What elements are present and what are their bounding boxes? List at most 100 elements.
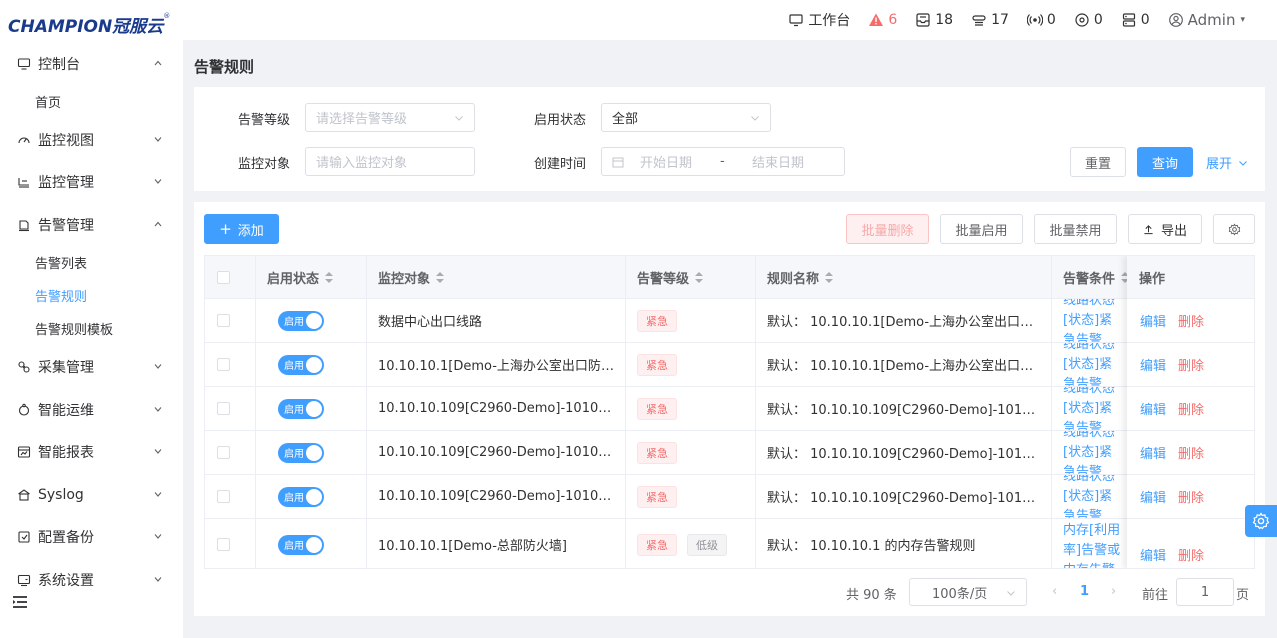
alarm-condition-link[interactable]: 线路状态[状态]紧急告警 [1063, 299, 1125, 342]
sidebar-subitem-label: 告警列表 [35, 257, 88, 272]
add-label: 添加 [237, 223, 264, 239]
delete-link[interactable]: 删除 [1178, 355, 1204, 374]
toggle-label: 启用 [284, 317, 304, 328]
sidebar-item-label: Syslog [38, 487, 84, 503]
sidebar-item-monitor-manage[interactable]: 监控管理 [0, 161, 183, 203]
expand-filters-link[interactable]: 展开 [1206, 153, 1248, 172]
alarm-level-tag: 紧急 [637, 353, 677, 376]
process-count-button[interactable]: 0 [1074, 12, 1103, 28]
sidebar-subitem-alarm-rules[interactable]: 告警规则 [0, 279, 183, 312]
alarm-level-select[interactable]: 请选择告警等级 [305, 103, 475, 132]
monitor-object-input[interactable]: 请输入监控对象 [305, 147, 475, 176]
enable-toggle[interactable]: 启用 [278, 398, 324, 419]
enable-toggle[interactable]: 启用 [278, 486, 324, 507]
device-count-button[interactable]: 18 [915, 12, 953, 28]
edit-link[interactable]: 编辑 [1140, 355, 1166, 374]
reset-button[interactable]: 重置 [1070, 147, 1126, 177]
monitor-object-text: 10.10.10.1[Demo-上海办公室出口防火墙] [378, 359, 625, 374]
sidebar-item-config-backup[interactable]: 配置备份 [0, 516, 183, 558]
prev-page-button[interactable]: ‹ [1052, 584, 1057, 599]
col-monitor-object[interactable]: 监控对象 [367, 256, 626, 299]
delete-link[interactable]: 删除 [1178, 399, 1204, 418]
enable-toggle[interactable]: 启用 [278, 310, 324, 331]
create-time-range-picker[interactable]: 开始日期 - 结束日期 [601, 147, 845, 176]
sidebar-item-collect-manage[interactable]: 采集管理 [0, 346, 183, 388]
col-enable-status[interactable]: 启用状态 [256, 256, 367, 299]
enable-status-label: 启用状态 [533, 113, 586, 128]
enable-toggle[interactable]: 启用 [278, 442, 324, 463]
sidebar-item-label: 告警管理 [38, 218, 94, 234]
batch-delete-button[interactable]: 批量删除 [846, 214, 929, 244]
gauge-icon [16, 132, 32, 148]
alarm-count-button[interactable]: 6 [868, 12, 897, 28]
wireless-count-button[interactable]: 0 [1026, 12, 1056, 28]
next-page-button[interactable]: › [1111, 584, 1116, 599]
alarm-condition-link[interactable]: 线路状态[状态]紧急告警 [1063, 431, 1125, 474]
sidebar-subitem-home[interactable]: 首页 [0, 85, 183, 118]
goto-page-input[interactable]: 1 [1176, 578, 1234, 606]
sidebar-item-monitor-view[interactable]: 监控视图 [0, 119, 183, 161]
add-rule-button[interactable]: + 添加 [204, 214, 279, 244]
workbench-button[interactable]: 工作台 [788, 10, 850, 30]
collapse-menu-icon[interactable] [12, 595, 30, 611]
user-icon [1168, 13, 1183, 27]
edit-link[interactable]: 编辑 [1140, 399, 1166, 418]
column-label: 规则名称 [767, 272, 820, 287]
current-page-button[interactable]: 1 [1080, 584, 1089, 599]
server-count-button[interactable]: 0 [1121, 12, 1150, 28]
floating-settings-button[interactable] [1245, 505, 1277, 537]
enable-status-select[interactable]: 全部 [601, 103, 771, 132]
monitor-object-text: 10.10.10.109[C2960-Demo]-10103[GigabitEt… [378, 445, 625, 460]
end-date-placeholder: 结束日期 [752, 156, 805, 171]
user-menu[interactable]: Admin ▾ [1168, 11, 1245, 29]
chevron-down-icon [154, 407, 162, 412]
delete-link[interactable]: 删除 [1178, 311, 1204, 330]
link-count-button[interactable]: 17 [971, 12, 1009, 28]
alarm-condition-link[interactable]: 内存[利用率]告警或内存告警 [1063, 521, 1125, 568]
row-checkbox[interactable] [217, 490, 230, 503]
page-size-select[interactable]: 100条/页 [909, 578, 1027, 606]
chevron-down-icon [1007, 591, 1015, 596]
select-all-checkbox[interactable] [217, 271, 230, 284]
rule-name-cell: 默认： 10.10.10.109[C2960-Demo]-10109[Gigab… [756, 387, 1052, 430]
sidebar-item-syslog[interactable]: Syslog [0, 474, 183, 516]
sidebar-subitem-alarm-list[interactable]: 告警列表 [0, 246, 183, 279]
actions-row: 编辑 删除 [1127, 387, 1254, 431]
chevron-down-icon [751, 116, 759, 121]
delete-link[interactable]: 删除 [1178, 545, 1204, 564]
column-settings-button[interactable] [1213, 214, 1255, 244]
edit-link[interactable]: 编辑 [1140, 443, 1166, 462]
chevron-down-icon [154, 534, 162, 539]
query-button[interactable]: 查询 [1137, 147, 1193, 177]
edit-link[interactable]: 编辑 [1140, 311, 1166, 330]
col-rule-name[interactable]: 规则名称 [756, 256, 1052, 299]
enable-toggle[interactable]: 启用 [278, 534, 324, 555]
server-count: 0 [1140, 12, 1150, 28]
delete-link[interactable]: 删除 [1178, 443, 1204, 462]
delete-link[interactable]: 删除 [1178, 487, 1204, 506]
batch-disable-button[interactable]: 批量禁用 [1034, 214, 1117, 244]
sidebar-item-smart-ops[interactable]: 智能运维 [0, 389, 183, 431]
sidebar-item-alarm-manage[interactable]: 告警管理 [0, 204, 183, 246]
logo[interactable]: CHAMPION冠服云® [8, 12, 170, 37]
alarm-condition-link[interactable]: 线路状态[状态]紧急告警 [1063, 475, 1125, 518]
sort-icon [325, 272, 334, 283]
server-icon [1122, 13, 1135, 27]
gear-icon [1228, 223, 1240, 235]
row-checkbox[interactable] [217, 358, 230, 371]
col-alarm-level[interactable]: 告警等级 [626, 256, 756, 299]
enable-toggle[interactable]: 启用 [278, 354, 324, 375]
row-checkbox[interactable] [217, 314, 230, 327]
row-checkbox[interactable] [217, 446, 230, 459]
sidebar-item-smart-report[interactable]: 智能报表 [0, 431, 183, 473]
edit-link[interactable]: 编辑 [1140, 545, 1166, 564]
sidebar-item-console[interactable]: 控制台 [0, 43, 183, 85]
row-checkbox[interactable] [217, 402, 230, 415]
batch-enable-button[interactable]: 批量启用 [940, 214, 1023, 244]
export-button[interactable]: 导出 [1128, 214, 1202, 244]
sidebar-subitem-alarm-rule-templates[interactable]: 告警规则模板 [0, 312, 183, 345]
alarm-condition-link[interactable]: 线路状态[状态]紧急告警 [1063, 343, 1125, 386]
row-checkbox[interactable] [217, 538, 230, 551]
alarm-condition-link[interactable]: 线路状态[状态]紧急告警 [1063, 387, 1125, 430]
edit-link[interactable]: 编辑 [1140, 487, 1166, 506]
